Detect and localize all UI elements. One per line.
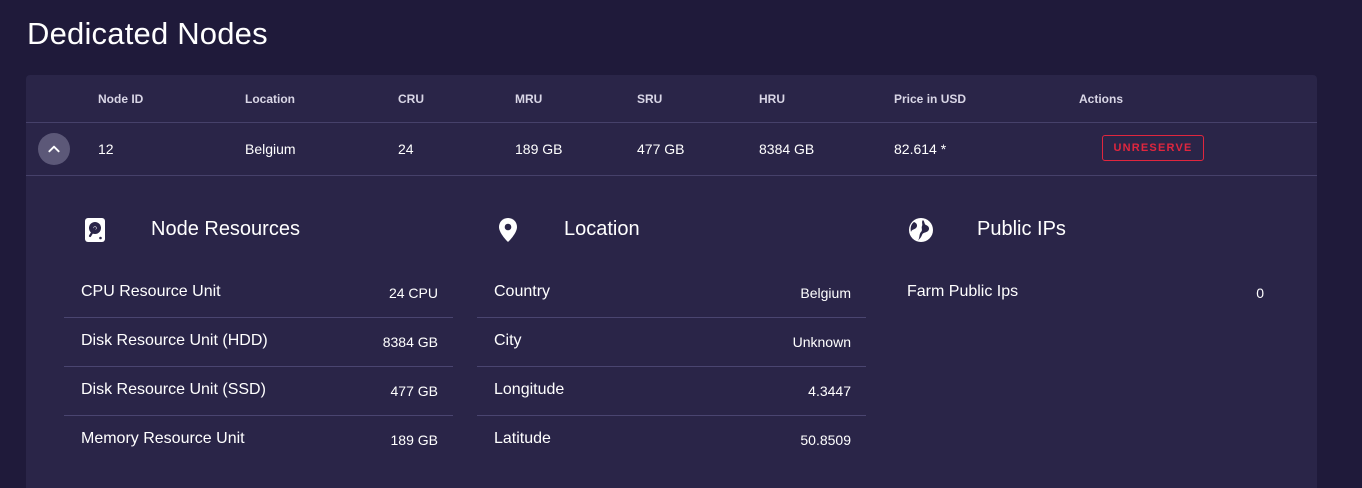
collapse-row-button[interactable]	[38, 133, 70, 165]
page-title: Dedicated Nodes	[27, 16, 268, 51]
cell-sru: 477 GB	[637, 141, 685, 157]
resource-row: Disk Resource Unit (HDD) 8384 GB	[64, 317, 453, 367]
resource-label: Disk Resource Unit (HDD)	[81, 332, 268, 349]
resource-value: 477 GB	[390, 383, 438, 399]
unreserve-button[interactable]: UNRESERVE	[1102, 135, 1204, 161]
section-header: Location	[477, 203, 867, 257]
table-row: 12 Belgium 24 189 GB 477 GB 8384 GB 82.6…	[26, 123, 1317, 176]
public-ip-label: Farm Public Ips	[907, 283, 1019, 300]
resource-value: 8384 GB	[382, 334, 438, 350]
header-hru[interactable]: HRU	[759, 92, 785, 106]
cell-node-id: 12	[98, 141, 114, 157]
location-value: Unknown	[792, 334, 851, 350]
section-header: Node Resources	[64, 203, 454, 257]
cell-location: Belgium	[245, 141, 296, 157]
location-row: Country Belgium	[477, 268, 866, 318]
location-row: Longitude 4.3447	[477, 366, 866, 416]
cell-mru: 189 GB	[515, 141, 563, 157]
public-ip-row: Farm Public Ips 0	[890, 268, 1279, 317]
header-price[interactable]: Price in USD	[894, 92, 966, 106]
resource-row: Disk Resource Unit (SSD) 477 GB	[64, 366, 453, 416]
chevron-up-icon	[48, 145, 60, 153]
resource-label: CPU Resource Unit	[81, 283, 221, 300]
section-header: Public IPs	[890, 203, 1280, 257]
harddisk-icon	[82, 217, 108, 243]
public-ip-value: 0	[1256, 285, 1264, 301]
table-header: Node ID Location CRU MRU SRU HRU Price i…	[26, 75, 1317, 123]
location-row: City Unknown	[477, 317, 866, 367]
location-label: Latitude	[494, 430, 551, 447]
cell-hru: 8384 GB	[759, 141, 815, 157]
resource-row: Memory Resource Unit 189 GB	[64, 415, 453, 464]
location-label: Country	[494, 283, 551, 300]
header-cru[interactable]: CRU	[398, 92, 424, 106]
resource-row: CPU Resource Unit 24 CPU	[64, 268, 453, 318]
dedicated-nodes-table: Node ID Location CRU MRU SRU HRU Price i…	[26, 75, 1317, 488]
resource-value: 189 GB	[390, 432, 438, 448]
location-value: 4.3447	[808, 383, 851, 399]
header-location[interactable]: Location	[245, 92, 295, 106]
header-sru[interactable]: SRU	[637, 92, 662, 106]
location-label: Longitude	[494, 381, 565, 398]
section-title: Public IPs	[977, 218, 1066, 240]
section-title: Node Resources	[151, 218, 300, 240]
location-value: 50.8509	[800, 432, 851, 448]
header-mru[interactable]: MRU	[515, 92, 542, 106]
location-value: Belgium	[800, 285, 851, 301]
globe-icon	[908, 217, 934, 243]
cell-cru: 24	[398, 141, 414, 157]
section-title: Location	[564, 218, 640, 240]
cell-price: 82.614 *	[894, 141, 947, 157]
location-row: Latitude 50.8509	[477, 415, 866, 464]
header-actions: Actions	[1079, 92, 1124, 106]
resource-label: Disk Resource Unit (SSD)	[81, 381, 266, 398]
map-marker-icon	[495, 217, 521, 243]
resource-label: Memory Resource Unit	[81, 430, 245, 447]
header-node-id[interactable]: Node ID	[98, 92, 143, 106]
resource-value: 24 CPU	[388, 285, 438, 301]
location-label: City	[494, 332, 522, 349]
